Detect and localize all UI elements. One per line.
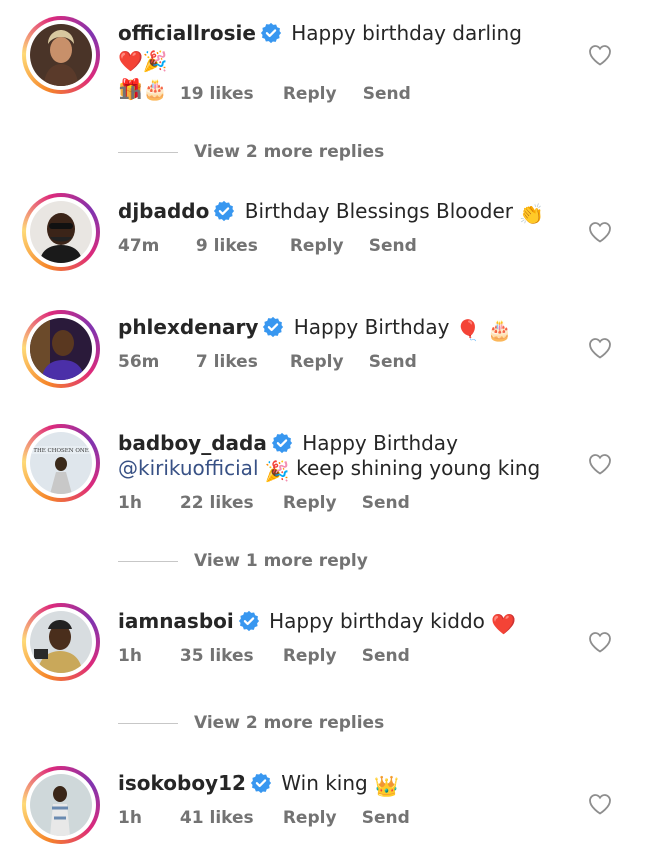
heart-outline-icon[interactable] bbox=[588, 44, 612, 66]
view-more-label[interactable]: View 2 more replies bbox=[194, 713, 384, 733]
avatar-image bbox=[30, 774, 92, 836]
avatar[interactable] bbox=[22, 766, 100, 844]
party-popper-emoji-icon: 🎉 bbox=[142, 49, 168, 73]
send-button[interactable]: Send bbox=[369, 236, 417, 256]
avatar-image bbox=[30, 318, 92, 380]
reply-button[interactable]: Reply bbox=[283, 646, 356, 666]
divider bbox=[118, 722, 178, 724]
send-button[interactable]: Send bbox=[362, 646, 410, 666]
comment-meta: 56m 7 likes Reply Send bbox=[118, 352, 417, 372]
view-more-label[interactable]: View 1 more reply bbox=[194, 551, 368, 571]
comment-time: 1h bbox=[118, 493, 142, 513]
reply-button[interactable]: Reply bbox=[290, 236, 363, 256]
comment-username[interactable]: djbaddo bbox=[118, 199, 209, 223]
comment-meta: 1h 19 likes Reply Send bbox=[118, 84, 411, 104]
comment-username[interactable]: isokoboy12 bbox=[118, 771, 246, 795]
comment-username[interactable]: officiallrosie bbox=[118, 21, 256, 45]
verified-badge-icon bbox=[250, 772, 272, 794]
avatar[interactable] bbox=[22, 603, 100, 681]
comment-body: Happy Birthday bbox=[302, 431, 458, 455]
reply-button[interactable]: Reply bbox=[283, 84, 357, 104]
avatar[interactable] bbox=[22, 193, 100, 271]
verified-badge-icon bbox=[260, 22, 282, 44]
comment-text: phlexdenary Happy Birthday 🎈 🎂 bbox=[118, 315, 548, 343]
comment-time: 1h bbox=[118, 646, 142, 666]
comment-time: 56m bbox=[118, 352, 160, 372]
comment-username[interactable]: phlexdenary bbox=[118, 315, 258, 339]
divider bbox=[118, 151, 178, 153]
verified-badge-icon bbox=[271, 432, 293, 454]
comment-meta: 1h 35 likes Reply Send bbox=[118, 646, 410, 666]
like-count[interactable]: 9 likes bbox=[196, 236, 284, 256]
comment-time: 1h bbox=[118, 808, 142, 828]
comment-text: djbaddo Birthday Blessings Blooder 👏 bbox=[118, 199, 548, 227]
avatar-caption: THE CHOSEN ONE bbox=[33, 448, 88, 454]
clapping-hands-emoji-icon: 👏 bbox=[519, 202, 545, 226]
send-button[interactable]: Send bbox=[363, 84, 411, 104]
crown-emoji-icon: 👑 bbox=[374, 774, 399, 798]
heart-emoji-icon: ❤️ bbox=[118, 49, 143, 73]
heart-outline-icon[interactable] bbox=[588, 793, 612, 815]
send-button[interactable]: Send bbox=[362, 808, 410, 828]
like-count[interactable]: 7 likes bbox=[196, 352, 284, 372]
like-count[interactable]: 19 likes bbox=[180, 84, 277, 104]
comment-text: isokoboy12 Win king 👑 bbox=[118, 771, 548, 799]
avatar[interactable]: THE CHOSEN ONE bbox=[22, 424, 100, 502]
comment-meta: 1h 22 likes Reply Send bbox=[118, 493, 410, 513]
heart-outline-icon[interactable] bbox=[588, 631, 612, 653]
heart-outline-icon[interactable] bbox=[588, 453, 612, 475]
avatar-image bbox=[30, 611, 92, 673]
comment-text: iamnasboi Happy birthday kiddo ❤️ bbox=[118, 609, 548, 637]
comment-meta: 1h 41 likes Reply Send bbox=[118, 808, 410, 828]
comment-username[interactable]: badboy_dada bbox=[118, 431, 267, 455]
comment-meta: 47m 9 likes Reply Send bbox=[118, 236, 417, 256]
verified-badge-icon bbox=[213, 200, 235, 222]
comment-text: badboy_dada Happy Birthday @kirikuoffici… bbox=[118, 431, 548, 484]
view-more-replies[interactable]: View 2 more replies bbox=[118, 713, 384, 733]
verified-badge-icon bbox=[262, 316, 284, 338]
comment-body: Win king bbox=[281, 771, 368, 795]
send-button[interactable]: Send bbox=[362, 493, 410, 513]
avatar[interactable] bbox=[22, 310, 100, 388]
comment-body: Happy birthday kiddo bbox=[269, 609, 485, 633]
comment-username[interactable]: iamnasboi bbox=[118, 609, 234, 633]
like-count[interactable]: 41 likes bbox=[180, 808, 277, 828]
verified-badge-icon bbox=[238, 610, 260, 632]
comment-body-continued: keep shining young king bbox=[296, 456, 541, 480]
like-count[interactable]: 22 likes bbox=[180, 493, 277, 513]
comment-time: 1h bbox=[118, 84, 142, 104]
send-button[interactable]: Send bbox=[369, 352, 417, 372]
view-more-replies[interactable]: View 1 more reply bbox=[118, 551, 368, 571]
comment-body: Happy Birthday bbox=[293, 315, 450, 339]
heart-emoji-icon: ❤️ bbox=[491, 612, 517, 636]
comment-body: Birthday Blessings Blooder bbox=[244, 199, 513, 223]
like-count[interactable]: 35 likes bbox=[180, 646, 277, 666]
avatar-image bbox=[30, 201, 92, 263]
heart-outline-icon[interactable] bbox=[588, 221, 612, 243]
cake-emoji-icon: 🎂 bbox=[487, 318, 512, 342]
divider bbox=[118, 560, 178, 562]
avatar[interactable] bbox=[22, 16, 100, 94]
avatar-image: THE CHOSEN ONE bbox=[30, 432, 92, 494]
reply-button[interactable]: Reply bbox=[283, 493, 356, 513]
balloon-emoji-icon: 🎈 bbox=[455, 318, 481, 342]
avatar-image bbox=[30, 24, 92, 86]
reply-button[interactable]: Reply bbox=[283, 808, 356, 828]
comment-body: Happy birthday darling bbox=[291, 21, 522, 45]
party-popper-emoji-icon: 🎉 bbox=[264, 459, 290, 483]
reply-button[interactable]: Reply bbox=[290, 352, 363, 372]
view-more-label[interactable]: View 2 more replies bbox=[194, 142, 384, 162]
view-more-replies[interactable]: View 2 more replies bbox=[118, 142, 384, 162]
mention-link[interactable]: @kirikuofficial bbox=[118, 456, 259, 480]
comment-time: 47m bbox=[118, 236, 160, 256]
heart-outline-icon[interactable] bbox=[588, 337, 612, 359]
